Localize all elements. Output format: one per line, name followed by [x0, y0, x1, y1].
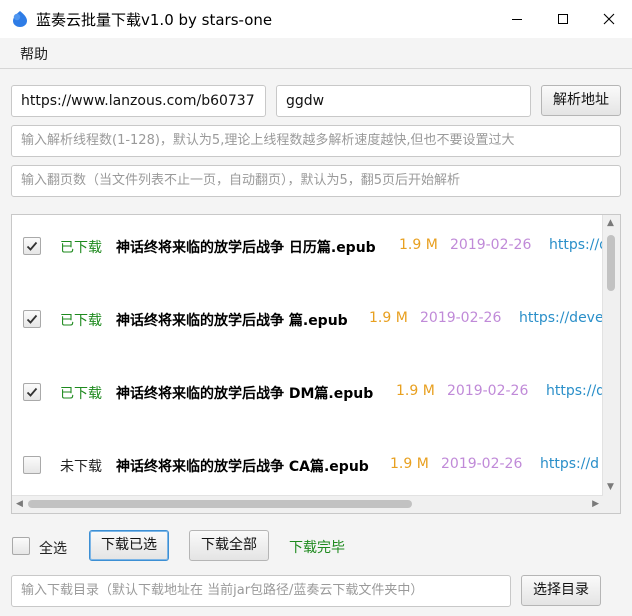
- scroll-left-arrow-icon[interactable]: ◀: [16, 500, 23, 509]
- list-item[interactable]: 已下载 神话终将来临的放学后战争 篇.epub 1.9 M 2019-02-26…: [12, 288, 603, 361]
- file-size: 1.9 M: [396, 383, 435, 399]
- file-date: 2019-02-26: [450, 237, 532, 253]
- download-status: 已下载: [60, 313, 102, 329]
- list-item[interactable]: 已下载 神话终将来临的放学后战争 日历篇.epub 1.9 M 2019-02-…: [12, 215, 603, 288]
- download-status: 已下载: [60, 386, 102, 402]
- page-count-input[interactable]: 输入翻页数（当文件列表不止一页，自动翻页），默认为5，翻5页后开始解析: [11, 165, 621, 197]
- download-dir-input[interactable]: 输入下载目录（默认下载地址在 当前jar包路径/蓝奏云下载文件夹中）: [11, 575, 511, 607]
- maximize-icon: [558, 14, 568, 24]
- file-date: 2019-02-26: [447, 383, 529, 399]
- window-title: 蓝奏云批量下载v1.0 by stars-one: [36, 11, 273, 29]
- list-item[interactable]: 已下载 神话终将来临的放学后战争 DM篇.epub 1.9 M 2019-02-…: [12, 361, 603, 434]
- select-all-checkbox[interactable]: [12, 537, 30, 555]
- file-size: 1.9 M: [369, 310, 408, 326]
- app-logo-icon: [13, 11, 27, 27]
- download-selected-button[interactable]: 下载已选: [89, 530, 169, 561]
- close-button[interactable]: [586, 0, 632, 38]
- scroll-down-arrow-icon[interactable]: ▼: [607, 483, 614, 492]
- scroll-right-arrow-icon[interactable]: ▶: [592, 500, 599, 509]
- row-checkbox[interactable]: [23, 237, 41, 255]
- checkmark-icon: [26, 241, 38, 251]
- file-size: 1.9 M: [399, 237, 438, 253]
- file-date: 2019-02-26: [441, 456, 523, 472]
- file-url: https://d: [549, 237, 603, 253]
- file-name: 神话终将来临的放学后战争 DM篇.epub: [116, 386, 374, 402]
- file-url: https://d: [546, 383, 603, 399]
- parse-address-button[interactable]: 解析地址: [541, 85, 621, 116]
- title-bar: 蓝奏云批量下载v1.0 by stars-one: [0, 0, 632, 38]
- horizontal-scroll-thumb[interactable]: [28, 500, 412, 508]
- scroll-corner: [603, 496, 620, 513]
- row-checkbox[interactable]: [23, 456, 41, 474]
- scroll-up-arrow-icon[interactable]: ▲: [607, 219, 614, 228]
- file-name: 神话终将来临的放学后战争 日历篇.epub: [116, 240, 376, 256]
- choose-dir-button[interactable]: 选择目录: [521, 575, 601, 606]
- menu-help[interactable]: 帮助: [20, 44, 48, 64]
- file-name: 神话终将来临的放学后战争 篇.epub: [116, 313, 348, 329]
- row-checkbox[interactable]: [23, 383, 41, 401]
- minimize-button[interactable]: [494, 0, 540, 38]
- menu-bar: 帮助: [0, 38, 632, 69]
- close-icon: [603, 13, 615, 25]
- minimize-icon: [512, 19, 522, 20]
- status-text: 下载完毕: [289, 540, 345, 556]
- thread-count-input[interactable]: 输入解析线程数(1-128)，默认为5,理论上线程数越多解析速度越快,但也不要设…: [11, 125, 621, 157]
- download-status: 已下载: [60, 240, 102, 256]
- file-list[interactable]: 已下载 神话终将来临的放学后战争 日历篇.epub 1.9 M 2019-02-…: [11, 214, 621, 514]
- file-name: 神话终将来临的放学后战争 CA篇.epub: [116, 459, 369, 475]
- vertical-scroll-thumb[interactable]: [607, 235, 615, 291]
- file-url: https://d: [540, 456, 600, 472]
- file-size: 1.9 M: [390, 456, 429, 472]
- maximize-button[interactable]: [540, 0, 586, 38]
- url-input[interactable]: https://www.lanzous.com/b60737: [11, 85, 266, 117]
- vertical-scrollbar[interactable]: ▲ ▼: [602, 215, 620, 496]
- password-input[interactable]: ggdw: [276, 85, 531, 117]
- file-url: https://deve: [519, 310, 603, 326]
- checkmark-icon: [26, 387, 38, 397]
- select-all-label[interactable]: 全选: [39, 538, 67, 558]
- download-all-button[interactable]: 下载全部: [189, 530, 269, 561]
- download-status: 未下载: [60, 459, 102, 475]
- row-checkbox[interactable]: [23, 310, 41, 328]
- checkmark-icon: [26, 314, 38, 324]
- horizontal-scrollbar[interactable]: ◀ ▶: [12, 495, 603, 513]
- file-date: 2019-02-26: [420, 310, 502, 326]
